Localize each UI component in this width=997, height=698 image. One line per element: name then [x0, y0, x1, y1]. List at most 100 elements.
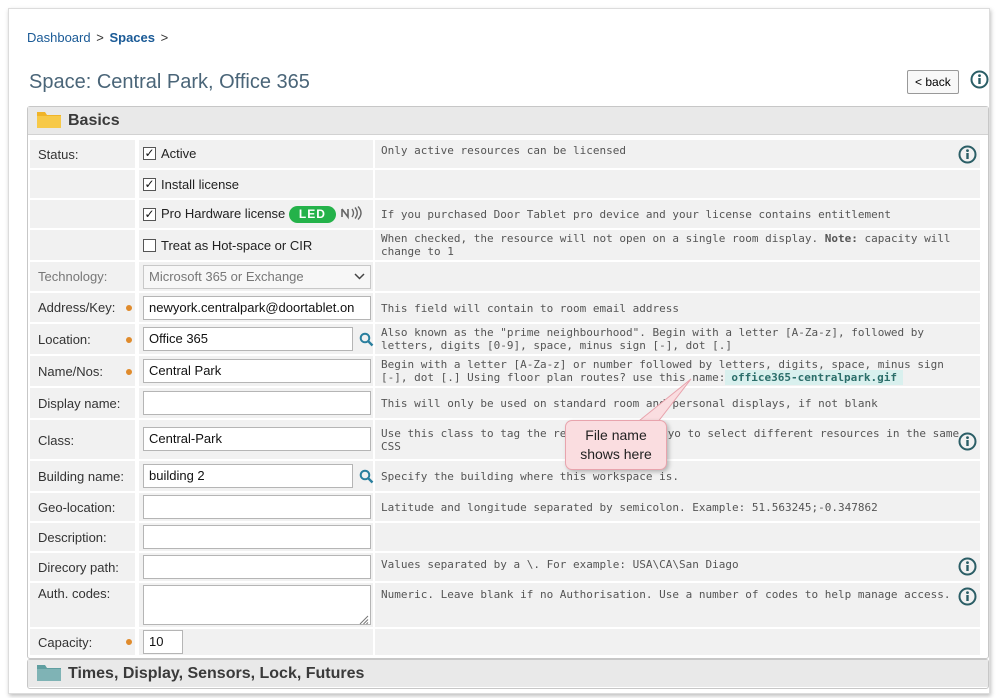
- page-panel: Dashboard > Spaces > Space: Central Park…: [8, 8, 990, 694]
- label-cell: Display name:: [30, 388, 135, 418]
- chevron-down-icon: [354, 270, 365, 285]
- info-icon[interactable]: [958, 432, 977, 451]
- basics-section: Basics Status: ✓ Active Only active reso…: [27, 106, 989, 659]
- field-cell: ✓ Pro Hardware license LED: [139, 200, 373, 228]
- form-row-capacity: Capacity: 10: [28, 629, 983, 655]
- directory-help-text: Values separated by a \. For example: US…: [381, 558, 739, 571]
- technology-select[interactable]: Microsoft 365 or Exchange: [143, 265, 371, 289]
- field-cell: [139, 583, 373, 627]
- info-icon[interactable]: [958, 145, 977, 164]
- pro-hardware-label: Pro Hardware license LED: [161, 206, 362, 223]
- required-indicator: [126, 337, 132, 343]
- help-cell: [375, 629, 980, 655]
- breadcrumb-separator: >: [96, 30, 104, 45]
- field-cell: [139, 493, 373, 521]
- hot-space-checkbox[interactable]: [143, 239, 156, 252]
- name-label: Name/Nos:: [38, 364, 104, 379]
- resize-handle-icon[interactable]: [358, 613, 369, 628]
- form-row-building: Building name: building 2 Specify the bu…: [28, 461, 983, 491]
- basics-section-header[interactable]: Basics: [28, 107, 988, 135]
- nfc-icon: [340, 206, 362, 223]
- label-cell: Address/Key:: [30, 293, 135, 322]
- location-label: Location:: [38, 332, 91, 347]
- field-cell: Treat as Hot-space or CIR: [139, 230, 373, 260]
- label-cell: Building name:: [30, 461, 135, 491]
- required-indicator: [126, 639, 132, 645]
- form-row-hot-space: Treat as Hot-space or CIR When checked, …: [28, 230, 983, 260]
- form-row-display-name: Display name: This will only be used on …: [28, 388, 983, 418]
- field-cell: building 2: [139, 461, 374, 491]
- required-indicator: [126, 305, 132, 311]
- callout-annotation: File name shows here: [565, 420, 667, 470]
- breadcrumb-dashboard-link[interactable]: Dashboard: [27, 30, 91, 45]
- description-label: Description:: [38, 530, 107, 545]
- address-help-text: This field will contain to room email ad…: [381, 302, 680, 315]
- form-row-technology: Technology: Microsoft 365 or Exchange: [28, 262, 983, 291]
- label-cell: [30, 230, 135, 260]
- geo-input[interactable]: [143, 495, 371, 519]
- help-cell: Values separated by a \. For example: US…: [375, 553, 980, 581]
- address-input[interactable]: newyork.centralpark@doortablet.on: [143, 296, 371, 320]
- info-icon[interactable]: [958, 557, 977, 576]
- breadcrumb-separator: >: [160, 30, 169, 45]
- led-badge: LED: [288, 206, 336, 223]
- help-cell: [375, 262, 980, 291]
- times-section: Times, Display, Sensors, Lock, Futures: [27, 659, 989, 689]
- display-name-input[interactable]: [143, 391, 371, 415]
- label-cell: Status:: [30, 140, 135, 168]
- description-input[interactable]: [143, 525, 371, 549]
- help-cell: Only active resources can be licensed: [375, 140, 980, 168]
- display-name-label: Display name:: [38, 396, 121, 411]
- form-row-status-active: Status: ✓ Active Only active resources c…: [28, 140, 983, 168]
- name-input[interactable]: Central Park: [143, 359, 371, 383]
- help-cell: Specify the building where this workspac…: [375, 461, 980, 491]
- field-cell: newyork.centralpark@doortablet.on: [139, 293, 373, 322]
- help-cell: If you purchased Door Tablet pro device …: [375, 200, 980, 228]
- form-row-location: Location: Office 365 Also known as the "…: [28, 324, 983, 354]
- install-license-label: Install license: [161, 177, 240, 192]
- back-button[interactable]: < back: [907, 70, 959, 94]
- geo-help-text: Latitude and longitude separated by semi…: [381, 501, 878, 514]
- auth-textarea[interactable]: [143, 585, 371, 625]
- times-section-header[interactable]: Times, Display, Sensors, Lock, Futures: [28, 660, 988, 687]
- active-checkbox-label: Active: [161, 146, 197, 161]
- active-checkbox[interactable]: ✓: [143, 147, 156, 160]
- form-row-description: Description:: [28, 523, 983, 551]
- search-icon[interactable]: [359, 469, 374, 487]
- label-cell: Auth. codes:: [30, 583, 135, 627]
- install-license-checkbox[interactable]: ✓: [143, 178, 156, 191]
- capacity-input[interactable]: 10: [143, 630, 183, 654]
- form-row-geo: Geo-location: Latitude and longitude sep…: [28, 493, 983, 521]
- help-cell: Numeric. Leave blank if no Authorisation…: [375, 583, 980, 627]
- technology-select-value: Microsoft 365 or Exchange: [149, 269, 304, 284]
- class-input[interactable]: Central-Park: [143, 427, 371, 451]
- location-input[interactable]: Office 365: [143, 327, 353, 351]
- help-cell: Latitude and longitude separated by semi…: [375, 493, 980, 521]
- search-icon[interactable]: [359, 332, 374, 350]
- help-cell: When checked, the resource will not open…: [375, 230, 980, 260]
- capacity-label: Capacity:: [38, 635, 93, 650]
- field-cell: [139, 523, 373, 551]
- folder-icon: [36, 109, 62, 132]
- label-cell: Name/Nos:: [30, 356, 135, 386]
- form-row-directory: Direcory path: Values separated by a \. …: [28, 553, 983, 581]
- label-cell: Description:: [30, 523, 135, 551]
- breadcrumb-spaces-link[interactable]: Spaces: [109, 30, 155, 45]
- label-cell: Class:: [30, 420, 135, 459]
- directory-label: Direcory path:: [38, 560, 119, 575]
- folder-icon: [36, 662, 62, 685]
- info-icon[interactable]: [970, 70, 989, 89]
- active-help-text: Only active resources can be licensed: [381, 144, 627, 157]
- help-cell: [375, 523, 980, 551]
- form-row-pro-hardware: ✓ Pro Hardware license LED If you purcha…: [28, 200, 983, 228]
- pro-hardware-checkbox[interactable]: ✓: [143, 208, 156, 221]
- geo-label: Geo-location:: [38, 500, 116, 515]
- required-indicator: [126, 369, 132, 375]
- section-title: Basics: [68, 111, 120, 129]
- field-cell: [139, 388, 373, 418]
- label-cell: Technology:: [30, 262, 135, 291]
- field-cell: Microsoft 365 or Exchange: [139, 262, 373, 291]
- directory-input[interactable]: [143, 555, 371, 579]
- info-icon[interactable]: [958, 587, 977, 606]
- building-input[interactable]: building 2: [143, 464, 353, 488]
